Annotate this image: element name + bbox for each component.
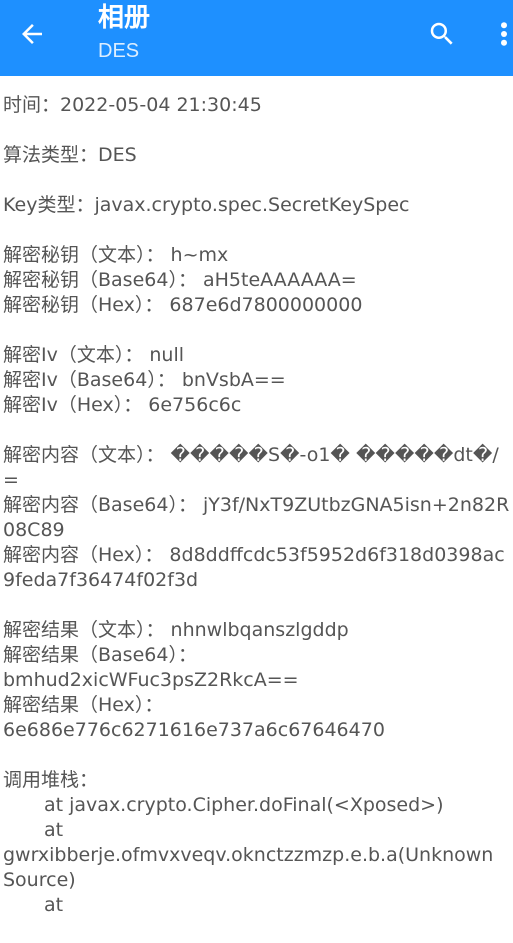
- result-text-line: 解密结果（文本）： nhnwlbqanszlgddp: [3, 619, 349, 641]
- stack-label: 调用堆栈：: [3, 769, 99, 791]
- key-type-line: Key类型：javax.crypto.spec.SecretKeySpec: [3, 194, 410, 216]
- title-group: 相册 DES: [98, 2, 150, 64]
- stack-line: at: [44, 894, 64, 916]
- log-content: 时间：2022-05-04 21:30:45 算法类型：DES Key类型：ja…: [3, 93, 511, 943]
- cipher-content-block: 解密内容（文本）： �����S�-o1� �����dt�/= 解密内容（Ba…: [3, 443, 511, 593]
- search-icon: [430, 22, 453, 45]
- key-base64-line: 解密秘钥（Base64）： aH5teAAAAAA=: [3, 269, 357, 291]
- content-text-line: 解密内容（文本）： �����S�-o1� �����dt�/=: [3, 444, 499, 491]
- algorithm-line: 算法类型：DES: [3, 144, 137, 166]
- time-block: 时间：2022-05-04 21:30:45: [3, 93, 511, 118]
- page-title: 相册: [98, 3, 151, 33]
- stack-line: gwrxibberje.ofmvxveqv.oknctzzmzp.e.b.a(U…: [3, 844, 500, 891]
- result-base64-value: bmhud2xicWFuc3psZ2RkcA==: [3, 669, 299, 691]
- arrow-left-icon: [22, 24, 42, 44]
- iv-text-line: 解密Iv（文本）： null: [3, 344, 185, 366]
- iv-block: 解密Iv（文本）： null 解密Iv（Base64）： bnVsbA== 解密…: [3, 343, 511, 418]
- result-hex-label: 解密结果（Hex）：: [3, 694, 164, 716]
- more-vertical-icon: [501, 22, 507, 46]
- page-subtitle: DES: [98, 40, 140, 62]
- iv-hex-line: 解密Iv（Hex）： 6e756c6c: [3, 394, 242, 416]
- key-text-line: 解密秘钥（文本）： h~mx: [3, 244, 229, 266]
- stack-line: at: [44, 819, 64, 841]
- key-type-block: Key类型：javax.crypto.spec.SecretKeySpec: [3, 193, 511, 218]
- content-hex-line: 解密内容（Hex）： 8d8ddffcdc53f5952d6f318d0398a…: [3, 544, 505, 591]
- algorithm-block: 算法类型：DES: [3, 143, 511, 168]
- app-bar: 相册 DES: [0, 0, 513, 76]
- result-block: 解密结果（文本）： nhnwlbqanszlgddp 解密结果（Base64）：…: [3, 618, 511, 743]
- result-base64-label: 解密结果（Base64）：: [3, 644, 197, 666]
- stack-line: at javax.crypto.Cipher.doFinal(<Xposed>): [44, 794, 444, 816]
- more-options-button[interactable]: [492, 14, 513, 54]
- content-base64-line: 解密内容（Base64）： jY3f/NxT9ZUtbzGNA5isn+2n82…: [3, 494, 510, 541]
- back-button[interactable]: [12, 14, 52, 54]
- time-line: 时间：2022-05-04 21:30:45: [3, 94, 262, 116]
- result-hex-value: 6e686e776c6271616e737a6c67646470: [3, 719, 385, 741]
- stack-block: 调用堆栈： at javax.crypto.Cipher.doFinal(<Xp…: [3, 768, 511, 918]
- key-hex-line: 解密秘钥（Hex）： 687e6d7800000000: [3, 294, 363, 316]
- iv-base64-line: 解密Iv（Base64）： bnVsbA==: [3, 369, 286, 391]
- search-button[interactable]: [422, 14, 462, 54]
- key-block: 解密秘钥（文本）： h~mx 解密秘钥（Base64）： aH5teAAAAAA…: [3, 243, 511, 318]
